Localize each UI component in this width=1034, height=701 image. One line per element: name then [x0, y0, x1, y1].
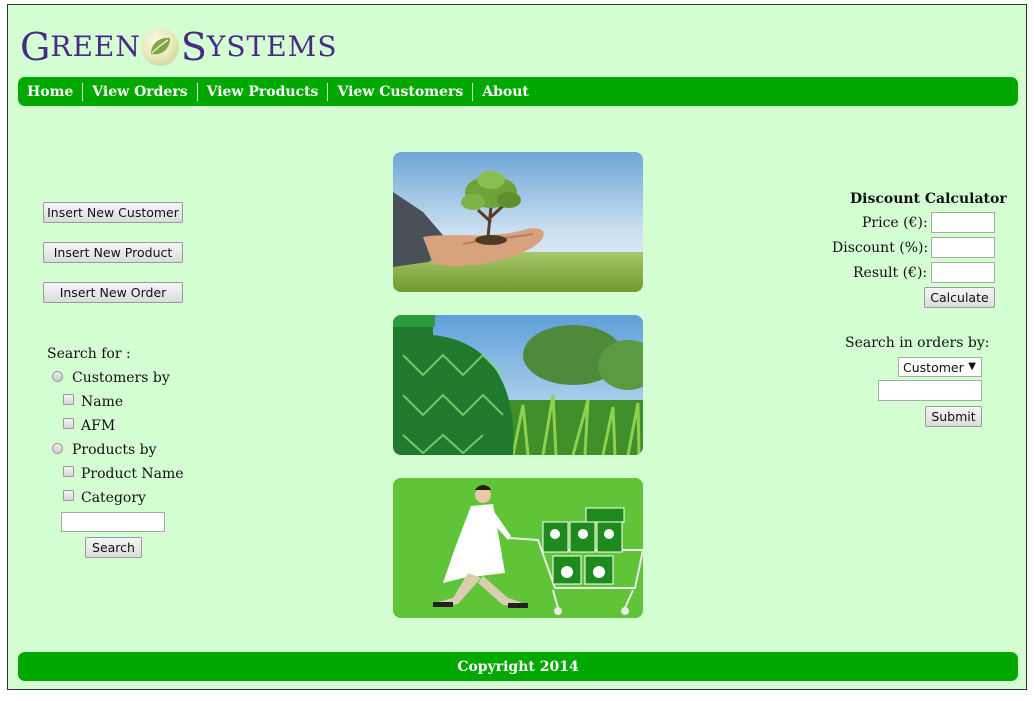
logo-initial-s: S	[180, 25, 207, 69]
copyright-text: Copyright 2014	[457, 658, 579, 675]
chevron-down-icon: ▼	[968, 361, 976, 372]
insert-product-button[interactable]: Insert New Product	[43, 242, 183, 263]
insert-customer-button[interactable]: Insert New Customer	[43, 202, 183, 223]
name-checkbox[interactable]	[63, 394, 74, 405]
customers-by-label: Customers by	[72, 370, 170, 386]
search-button[interactable]: Search	[85, 537, 142, 558]
product-name-label: Product Name	[81, 466, 184, 482]
result-label: Result (€):	[853, 265, 928, 281]
green-glass-bottle-grass-photo	[393, 315, 643, 455]
doctor-pushing-recycling-cart-illustration	[393, 478, 643, 618]
price-input[interactable]	[931, 212, 995, 233]
site-logo[interactable]: G REEN S YSTEMS	[20, 22, 338, 72]
result-output[interactable]	[931, 262, 995, 283]
insert-order-button[interactable]: Insert New Order	[43, 282, 183, 303]
logo-word-reen: REEN	[50, 30, 141, 63]
page-frame: G REEN S YSTEMS Home View Orders View Pr…	[7, 4, 1027, 690]
customers-radio[interactable]	[52, 371, 63, 382]
orders-search-select[interactable]: Customer ▼	[898, 357, 982, 377]
nav-view-products[interactable]: View Products	[198, 82, 329, 101]
products-radio[interactable]	[52, 443, 63, 454]
discount-label: Discount (%):	[832, 240, 929, 256]
product-name-checkbox[interactable]	[63, 466, 74, 477]
orders-search-input[interactable]	[878, 380, 982, 401]
discount-input[interactable]	[931, 237, 995, 258]
footer: Copyright 2014	[18, 652, 1018, 681]
category-label: Category	[81, 490, 146, 506]
name-label: Name	[81, 394, 124, 410]
logo-initial-g: G	[20, 25, 51, 69]
calculator-title: Discount Calculator	[850, 191, 1007, 207]
main-nav: Home View Orders View Products View Cust…	[18, 77, 1018, 106]
nav-view-orders[interactable]: View Orders	[83, 82, 198, 101]
orders-search-selected: Customer	[903, 359, 964, 375]
search-input[interactable]	[61, 512, 165, 532]
products-by-label: Products by	[72, 442, 157, 458]
leaf-logo-icon	[140, 28, 179, 66]
category-checkbox[interactable]	[63, 490, 74, 501]
nav-home[interactable]: Home	[18, 82, 84, 101]
price-label: Price (€):	[862, 215, 928, 231]
plant-in-hands-photo	[393, 152, 643, 292]
nav-view-customers[interactable]: View Customers	[328, 82, 474, 101]
logo-word-ystems: YSTEMS	[206, 30, 338, 63]
afm-label: AFM	[81, 418, 116, 434]
orders-search-label: Search in orders by:	[845, 335, 990, 351]
afm-checkbox[interactable]	[63, 418, 74, 429]
calculate-button[interactable]: Calculate	[924, 287, 995, 308]
submit-button[interactable]: Submit	[925, 406, 982, 427]
search-for-label: Search for :	[47, 346, 131, 362]
nav-about[interactable]: About	[473, 83, 538, 101]
